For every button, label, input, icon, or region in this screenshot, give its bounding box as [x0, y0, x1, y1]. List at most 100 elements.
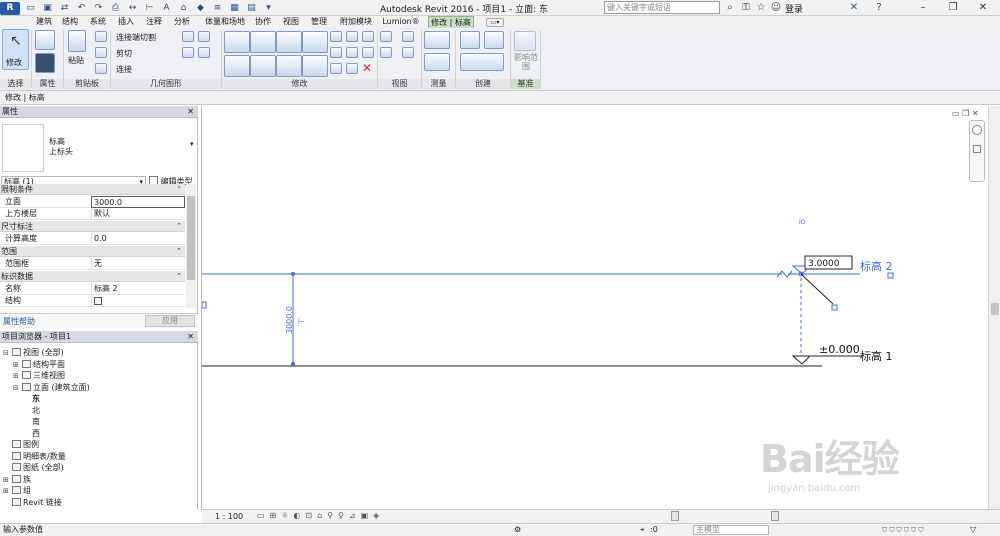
modify-button[interactable]: ↖ 修改: [2, 29, 29, 70]
cut-icon[interactable]: [95, 31, 107, 42]
editing-requests-icon[interactable]: ⌖: [640, 524, 645, 536]
close-window-button[interactable]: ✕: [968, 0, 998, 16]
visibility-icon[interactable]: [402, 47, 414, 58]
horizontal-scrollbar-arrow[interactable]: [671, 511, 679, 521]
mirror-pick-axis-icon[interactable]: [276, 31, 302, 53]
create-similar-icon[interactable]: [484, 31, 504, 49]
tab-view[interactable]: 视图: [281, 16, 301, 28]
tab-systems[interactable]: 系统: [88, 16, 108, 28]
offset-icon[interactable]: [250, 31, 276, 53]
thin-lines-icon[interactable]: ≡: [211, 2, 224, 15]
structural-checkbox[interactable]: [94, 297, 102, 305]
apply-button[interactable]: 应用: [145, 315, 195, 327]
browser-close-button[interactable]: ✕: [187, 331, 194, 343]
drawing-area[interactable]: 3000.0 ⊢ 3.0000 标高 2 IO ±0.000 标高 1 ▭ ❐ …: [201, 106, 988, 509]
tab-lumion[interactable]: Lumion®: [380, 16, 422, 28]
property-row-elevation[interactable]: 立面 3000.0: [0, 196, 185, 208]
properties-scrollbar[interactable]: [186, 184, 196, 308]
binoculars-icon[interactable]: ⌕: [723, 1, 737, 15]
trim-extend-icon[interactable]: [302, 55, 328, 77]
trim-single-icon[interactable]: [330, 63, 342, 74]
favorites-icon[interactable]: ☆: [754, 1, 768, 15]
copy-icon[interactable]: [95, 47, 107, 58]
scroll-thumb[interactable]: [187, 196, 195, 280]
browser-item-7[interactable]: 西: [23, 428, 40, 439]
zoom-icon[interactable]: [973, 145, 981, 153]
pin-icon[interactable]: [362, 31, 374, 42]
navigation-bar[interactable]: [969, 120, 985, 182]
login-button[interactable]: 登录: [785, 2, 803, 15]
scroll-thumb[interactable]: [991, 303, 999, 315]
panel-select-label[interactable]: 选择: [0, 79, 31, 89]
browser-item-10[interactable]: 图纸 (全部): [3, 462, 64, 473]
elevation-input[interactable]: 3000.0: [91, 196, 185, 208]
split-element-icon[interactable]: [330, 31, 342, 42]
category-constraints[interactable]: 限制条件 ⌃: [0, 184, 185, 195]
exchange-icon[interactable]: ✕: [847, 1, 861, 15]
tab-addins[interactable]: 附加模块: [336, 16, 376, 28]
steering-wheel-icon[interactable]: [972, 125, 982, 135]
property-row-structural[interactable]: 结构: [0, 295, 185, 307]
paste-icon[interactable]: [68, 30, 86, 52]
hide-element-icon[interactable]: [380, 31, 392, 42]
sync-icon[interactable]: ⇄: [58, 2, 71, 15]
property-row-story-above[interactable]: 上方楼层 默认: [0, 208, 185, 220]
dimension-icon[interactable]: ⊢: [143, 2, 156, 15]
canvas-scrollbar[interactable]: [988, 106, 1000, 509]
tab-massing-site[interactable]: 体量和场地: [200, 16, 250, 28]
copy-element-icon[interactable]: [250, 55, 276, 77]
redo-icon[interactable]: ↷: [92, 2, 105, 15]
maximize-button[interactable]: ❐: [938, 0, 968, 16]
tab-architecture[interactable]: 建筑: [34, 16, 54, 28]
search-input[interactable]: 键入关键字或短语: [604, 1, 720, 14]
filter-icon[interactable]: ▽: [970, 524, 976, 536]
wall-join-icon[interactable]: [182, 31, 194, 42]
browser-item-11[interactable]: ⊞ 族: [3, 474, 31, 486]
browser-item-3[interactable]: ⊟ 立面 (建筑立面): [13, 382, 90, 394]
browser-item-0[interactable]: ⊟ 视图 (全部): [3, 347, 64, 359]
demolish-icon[interactable]: [198, 47, 210, 58]
expand-toggle-icon[interactable]: ⊟: [13, 383, 22, 394]
match-type-icon[interactable]: [95, 63, 107, 74]
join-button[interactable]: 连接: [116, 64, 132, 75]
dimension-text[interactable]: 3000.0: [285, 306, 294, 334]
horizontal-scrollbar-thumb[interactable]: [771, 511, 779, 521]
design-option-select[interactable]: 主模型: [693, 525, 769, 535]
properties-icon[interactable]: [35, 30, 55, 50]
level-1-head-symbol[interactable]: [791, 355, 812, 365]
lock-icon[interactable]: [201, 301, 207, 309]
category-extents[interactable]: 范围 ⌃: [0, 246, 185, 257]
property-row-name[interactable]: 名称 标高 2: [0, 283, 185, 295]
ribbon-toggle-icon[interactable]: ▭▾: [486, 18, 504, 27]
category-identity-data[interactable]: 标识数据 ⌃: [0, 271, 185, 282]
linework-icon[interactable]: [380, 47, 392, 58]
level-1-name[interactable]: 标高 1: [860, 349, 893, 363]
delete-icon[interactable]: ✕: [362, 61, 372, 75]
type-selector-dropdown-icon[interactable]: ▾: [190, 140, 194, 148]
3d-view-icon[interactable]: ⌂: [177, 2, 190, 15]
help-icon[interactable]: ?: [872, 1, 886, 15]
level-1-elevation[interactable]: ±0.000: [819, 343, 860, 356]
browser-item-5[interactable]: 北: [23, 405, 40, 416]
level-1-end-grip[interactable]: [291, 362, 295, 366]
properties-close-button[interactable]: ✕: [187, 106, 194, 118]
view-window-controls[interactable]: ▭ ❐ ✕: [952, 109, 979, 118]
tab-structure[interactable]: 结构: [60, 16, 80, 28]
properties-help-link[interactable]: 属性帮助: [3, 316, 35, 327]
array-icon[interactable]: [330, 47, 342, 58]
view-tools-icons[interactable]: ▭⊞☼◐⊡⌂⚲♀⊿▣◈: [257, 511, 384, 520]
category-dimensions[interactable]: 尺寸标注 ⌃: [0, 221, 185, 232]
scale-icon[interactable]: [346, 47, 358, 58]
section-icon[interactable]: ◆: [194, 2, 207, 15]
user-icon[interactable]: ☺: [769, 1, 783, 15]
property-row-scope-box[interactable]: 范围框无: [0, 258, 185, 270]
qat-customize-icon[interactable]: ▾: [262, 2, 275, 15]
type-name[interactable]: 标高 上标头: [49, 137, 73, 157]
save-icon[interactable]: ▣: [41, 2, 54, 15]
selection-filter-icons[interactable]: ⛉⛉⛉⛉⛉⛉: [882, 524, 926, 536]
level-2-name[interactable]: 标高 2: [860, 259, 893, 273]
expand-toggle-icon[interactable]: ⊞: [13, 360, 22, 371]
cut-button[interactable]: 剪切: [116, 48, 132, 59]
align-icon[interactable]: [224, 31, 250, 53]
open-icon[interactable]: ▭: [24, 2, 37, 15]
